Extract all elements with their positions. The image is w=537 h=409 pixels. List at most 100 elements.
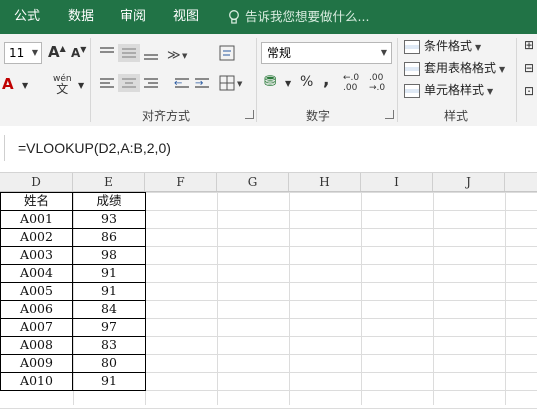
table-cell[interactable]: 97 — [73, 318, 145, 336]
group-separator — [397, 38, 398, 122]
column-header-g[interactable]: G — [217, 173, 289, 191]
increase-decimal-button[interactable]: ←.0 .00 — [343, 73, 363, 93]
shrink-font-button[interactable]: A▼ — [71, 45, 86, 60]
table-cell[interactable]: 93 — [73, 210, 145, 228]
cell-styles-icon — [404, 83, 420, 98]
formula-bar: =VLOOKUP(D2,A:B,2,0) — [0, 126, 537, 173]
tab-review[interactable]: 审阅 — [120, 0, 146, 34]
chevron-down-icon[interactable]: ▼ — [285, 79, 291, 88]
table-border — [0, 390, 146, 391]
phonetic-button[interactable]: wén 文 — [53, 74, 72, 96]
group-label-number: 数字 — [306, 109, 331, 123]
table-cell[interactable]: 91 — [73, 372, 145, 390]
column-header-f[interactable]: F — [145, 173, 217, 191]
svg-text:→: → — [195, 78, 203, 89]
table-cell[interactable]: A003 — [0, 246, 73, 264]
decrease-decimal-button[interactable]: .00 →.0 — [369, 73, 389, 93]
cell-styles-button[interactable]: 单元格样式 ▼ — [404, 80, 493, 100]
group-separator — [256, 38, 257, 122]
conditional-format-label: 条件格式 — [424, 39, 473, 53]
table-border — [0, 354, 146, 355]
table-cell[interactable]: A008 — [0, 336, 73, 354]
insert-cells-icon[interactable]: ⊞ — [524, 38, 534, 52]
gridline — [505, 192, 506, 405]
formula-input[interactable]: =VLOOKUP(D2,A:B,2,0) — [18, 140, 171, 156]
tell-me-text: 告诉我您想要做什么... — [245, 9, 370, 24]
ribbon-home: 11 ▼ A▲ A▼ A ▼ wén 文 ▼ ≫ ▼ ← → ▼ 对齐方式 常规… — [0, 34, 537, 127]
table-border — [0, 210, 146, 211]
table-cell[interactable]: 98 — [73, 246, 145, 264]
dialog-launcher-icon[interactable] — [385, 110, 394, 119]
column-header-e[interactable]: E — [73, 173, 145, 191]
table-cell[interactable]: A002 — [0, 228, 73, 246]
percent-button[interactable]: % — [300, 74, 313, 90]
table-border — [0, 372, 146, 373]
svg-text:▼: ▼ — [237, 80, 243, 88]
accounting-format-icon[interactable]: ⛃ — [264, 72, 277, 90]
cell-styles-label: 单元格样式 — [424, 83, 485, 97]
column-header-i[interactable]: I — [361, 173, 433, 191]
chevron-down-icon[interactable]: ▼ — [78, 81, 84, 90]
table-cell[interactable]: A010 — [0, 372, 73, 390]
format-as-table-button[interactable]: 套用表格格式 ▼ — [404, 58, 505, 78]
table-cell[interactable]: A004 — [0, 264, 73, 282]
format-cells-icon[interactable]: ⊡ — [524, 84, 534, 98]
delete-cells-icon[interactable]: ⊟ — [524, 61, 534, 75]
table-border — [72, 192, 73, 391]
chevron-down-icon: ▼ — [499, 65, 506, 74]
alignment-buttons: ≫ ▼ ← → ▼ — [100, 44, 243, 92]
group-label-alignment: 对齐方式 — [142, 109, 191, 123]
table-border — [145, 192, 146, 391]
chevron-down-icon[interactable]: ▼ — [22, 81, 28, 90]
number-format-select[interactable]: 常规 ▼ — [261, 42, 392, 64]
lightbulb-icon — [229, 10, 239, 24]
svg-text:≫: ≫ — [167, 48, 181, 63]
table-cell[interactable]: 84 — [73, 300, 145, 318]
conditional-format-button[interactable]: 条件格式 ▼ — [404, 36, 481, 56]
tab-formulas[interactable]: 公式 — [14, 0, 40, 34]
tell-me-search[interactable]: 告诉我您想要做什么... — [228, 0, 369, 34]
font-color-button[interactable]: A — [2, 75, 14, 93]
chevron-down-icon: ▼ — [487, 87, 494, 96]
tab-data[interactable]: 数据 — [68, 0, 94, 34]
column-header-d[interactable]: D — [0, 173, 73, 191]
table-cell[interactable]: A007 — [0, 318, 73, 336]
table-header-cell[interactable]: 姓名 — [0, 192, 73, 210]
up-arrow-icon: ▲ — [59, 44, 66, 53]
chevron-down-icon: ▼ — [475, 43, 482, 52]
table-cell[interactable]: 80 — [73, 354, 145, 372]
gridline — [289, 192, 290, 405]
svg-text:←: ← — [174, 78, 182, 89]
group-separator — [90, 38, 91, 122]
table-cell[interactable]: A005 — [0, 282, 73, 300]
table-border — [0, 282, 146, 283]
table-header-cell[interactable]: 成绩 — [73, 192, 145, 210]
gridline — [361, 192, 362, 405]
dialog-launcher-icon[interactable] — [245, 110, 254, 119]
conditional-format-icon — [404, 39, 420, 54]
gridline — [217, 192, 218, 405]
font-size-box[interactable]: 11 ▼ — [4, 42, 42, 64]
format-as-table-label: 套用表格格式 — [424, 61, 497, 75]
svg-text:▼: ▼ — [182, 52, 188, 60]
table-cell[interactable]: 86 — [73, 228, 145, 246]
table-border — [0, 192, 1, 391]
table-cell[interactable]: A006 — [0, 300, 73, 318]
tab-view[interactable]: 视图 — [173, 0, 199, 34]
grow-font-button[interactable]: A▲ — [48, 43, 66, 61]
table-cell[interactable]: 91 — [73, 264, 145, 282]
font-size-value: 11 — [9, 46, 25, 60]
table-cell[interactable]: A009 — [0, 354, 73, 372]
shrink-font-label: A — [71, 46, 81, 60]
down-arrow-icon: ▼ — [80, 45, 87, 54]
comma-button[interactable]: , — [323, 70, 329, 90]
table-cell[interactable]: A001 — [0, 210, 73, 228]
group-label-styles: 样式 — [444, 109, 469, 123]
column-header-h[interactable]: H — [289, 173, 361, 191]
phonetic-char: 文 — [56, 82, 69, 96]
table-cell[interactable]: 91 — [73, 282, 145, 300]
ribbon-tab-bar: 公式 数据 审阅 视图 告诉我您想要做什么... — [0, 0, 537, 34]
table-cell[interactable]: 83 — [73, 336, 145, 354]
sheet-grid[interactable]: 姓名 成绩 A001 93 A002 86 A003 98 A004 91 A005 91 A006 84… — [0, 192, 537, 409]
column-header-j[interactable]: J — [433, 173, 505, 191]
